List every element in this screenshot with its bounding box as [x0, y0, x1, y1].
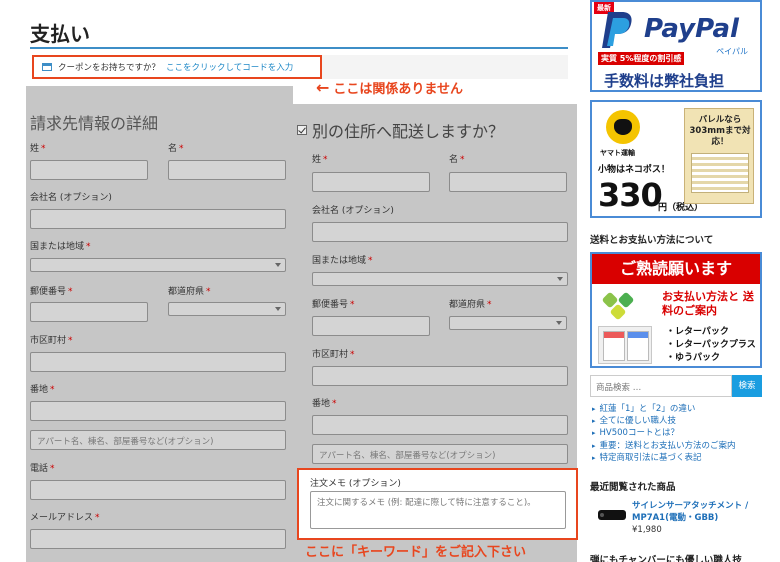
- page-title: 支払い: [30, 22, 90, 46]
- billing-phone-label: 電話 *: [30, 464, 55, 474]
- shipping-heading: 別の住所へ配送しますか？: [312, 122, 505, 141]
- annotation-not-related: ← ここは関係ありません: [316, 78, 463, 97]
- billing-postcode-input[interactable]: [30, 302, 148, 322]
- billing-address-input[interactable]: [30, 401, 286, 421]
- paypal-fee-note: 手数料は弊社負担: [604, 72, 725, 90]
- billing-address2-placeholder: アパート名、棟名、部屋番号など(オプション): [37, 437, 214, 447]
- paypal-logo-icon: [602, 12, 632, 48]
- shipping-last-name-input[interactable]: [312, 172, 430, 192]
- billing-address2-input[interactable]: アパート名、棟名、部屋番号など(オプション): [30, 430, 286, 450]
- coupon-prompt: クーポンをお持ちですか？: [58, 63, 161, 73]
- shipping-city-input[interactable]: [312, 366, 568, 386]
- shipping-address2-placeholder: アパート名、棟名、部屋番号など(オプション): [319, 451, 496, 461]
- billing-email-input[interactable]: [30, 529, 286, 549]
- sidebar-links: 紅蓮「1」と「2」の違い 全てに優しい職人技 HV500コートとは？ 重要：送料…: [592, 403, 736, 464]
- yamato-banner[interactable]: ヤマト運輸 小物はネコポス！ 330 円（税込） バレルなら 303mmまで対応…: [590, 100, 762, 218]
- notice-list: ・レターパック ・レターパックプラス ・ゆうパック: [666, 326, 756, 365]
- billing-country-select[interactable]: [30, 258, 286, 272]
- billing-company-input[interactable]: [30, 209, 286, 229]
- shipping-company-label: 会社名 (オプション): [312, 206, 394, 216]
- paypal-brand: PayPal: [644, 14, 739, 44]
- package-image: バレルなら 303mmまで対応！: [684, 108, 754, 204]
- coupon-notice: クーポンをお持ちですか？ ここをクリックしてコードを入力: [32, 55, 322, 79]
- order-notes-label: 注文メモ (オプション): [310, 479, 401, 489]
- order-notes-textarea[interactable]: 注文に関するメモ (例: 配達に際して特に注意すること)。: [310, 491, 566, 529]
- recent-product-title[interactable]: サイレンサーアタッチメント / MP7A1(電動・GBB): [632, 500, 762, 524]
- hexagon-icon: [600, 290, 640, 321]
- billing-country-label: 国または地域 *: [30, 242, 91, 252]
- arrow-left-icon: ←: [316, 78, 330, 97]
- notice-subtitle: お支払い方法と 送料のご案内: [662, 290, 754, 317]
- ship-to-different-address[interactable]: 別の住所へ配送しますか？: [297, 118, 504, 142]
- title-divider: [30, 47, 568, 49]
- sidebar-link[interactable]: HV500コートとは？: [592, 427, 736, 439]
- sidebar-link[interactable]: 全てに優しい職人技: [592, 415, 736, 427]
- order-notes-section: 注文メモ (オプション) 注文に関するメモ (例: 配達に際して特に注意すること…: [297, 468, 578, 540]
- silencer-image: [598, 510, 626, 520]
- shipping-country-select[interactable]: [312, 272, 568, 286]
- shipping-prefecture-label: 都道府県 *: [449, 300, 492, 310]
- billing-address-label: 番地 *: [30, 385, 55, 395]
- shipping-postcode-label: 郵便番号 *: [312, 300, 355, 310]
- paypal-kana: ペイパル: [716, 47, 748, 56]
- order-notes-placeholder: 注文に関するメモ (例: 配達に際して特に注意すること)。: [317, 498, 536, 508]
- billing-first-name-label: 名 *: [168, 144, 184, 154]
- billing-company-label: 会社名 (オプション): [30, 193, 112, 203]
- notice-banner[interactable]: ご熟読願います お支払い方法と 送料のご案内 ・レターパック ・レターパックプラ…: [590, 252, 762, 368]
- notice-item: ・レターパックプラス: [666, 340, 756, 350]
- billing-first-name-input[interactable]: [168, 160, 286, 180]
- shipping-company-input[interactable]: [312, 222, 568, 242]
- recent-product[interactable]: サイレンサーアタッチメント / MP7A1(電動・GBB) ¥1,980: [590, 496, 762, 536]
- package-text: バレルなら 303mmまで対応！: [689, 115, 751, 147]
- shipping-country-label: 国または地域 *: [312, 256, 373, 266]
- paypal-banner[interactable]: 最新 PayPal ペイパル 実質 5%程度の割引感 手数料は弊社負担: [590, 0, 762, 92]
- recent-heading: 最近閲覧された商品: [590, 482, 676, 493]
- billing-postcode-label: 郵便番号 *: [30, 287, 73, 297]
- billing-last-name-label: 姓 *: [30, 144, 46, 154]
- documents-image: [598, 326, 652, 364]
- notice-title: ご熟読願います: [592, 254, 760, 284]
- sidebar-link[interactable]: 紅蓮「1」と「2」の違い: [592, 403, 736, 415]
- sidebar-link[interactable]: 特定商取引法に基づく表記: [592, 452, 736, 464]
- yamato-logo-icon: [606, 110, 640, 144]
- yamato-small-items: 小物はネコポス！: [598, 165, 670, 175]
- coupon-bar-background: [322, 55, 568, 79]
- shipping-address-input[interactable]: [312, 415, 568, 435]
- ship-different-checkbox[interactable]: [297, 125, 307, 135]
- billing-prefecture-select[interactable]: [168, 302, 286, 316]
- shipping-first-name-label: 名 *: [449, 155, 465, 165]
- billing-prefecture-label: 都道府県 *: [168, 287, 211, 297]
- notice-item: ・レターパック: [666, 327, 729, 337]
- shipping-prefecture-select[interactable]: [449, 316, 567, 330]
- package-label-icon: [691, 153, 749, 193]
- annotation-keyword: ここに「キーワード」をご記入下さい: [305, 545, 527, 560]
- billing-email-label: メールアドレス *: [30, 513, 100, 523]
- billing-phone-input[interactable]: [30, 480, 286, 500]
- shipping-postcode-input[interactable]: [312, 316, 430, 336]
- yamato-price: 330: [598, 176, 663, 214]
- shipping-address-label: 番地 *: [312, 399, 337, 409]
- recent-product-price: ¥1,980: [632, 525, 662, 535]
- coupon-link[interactable]: ここをクリックしてコードを入力: [166, 61, 293, 73]
- shipping-address2-input[interactable]: アパート名、棟名、部屋番号など(オプション): [312, 444, 568, 464]
- shipping-info-heading: 送料とお支払い方法について: [590, 235, 714, 246]
- product-search-input[interactable]: 商品検索 …: [590, 375, 732, 397]
- yamato-name: ヤマト運輸: [600, 149, 635, 157]
- billing-heading: 請求先情報の詳細: [30, 114, 159, 133]
- sidebar-link[interactable]: 重要：送料とお支払い方法のご案内: [592, 440, 736, 452]
- shipping-first-name-input[interactable]: [449, 172, 567, 192]
- window-icon: [42, 63, 52, 71]
- sidebar-cut-heading: 弾にもチャンバーにも優しい職人技: [590, 555, 742, 562]
- search-button[interactable]: 検索: [732, 375, 762, 397]
- billing-city-input[interactable]: [30, 352, 286, 372]
- billing-city-label: 市区町村 *: [30, 336, 73, 346]
- shipping-last-name-label: 姓 *: [312, 155, 328, 165]
- paypal-discount: 実質 5%程度の割引感: [598, 52, 685, 65]
- billing-last-name-input[interactable]: [30, 160, 148, 180]
- annotation-not-related-text: ここは関係ありません: [333, 82, 464, 97]
- shipping-city-label: 市区町村 *: [312, 350, 355, 360]
- notice-item: ・ゆうパック: [666, 353, 721, 363]
